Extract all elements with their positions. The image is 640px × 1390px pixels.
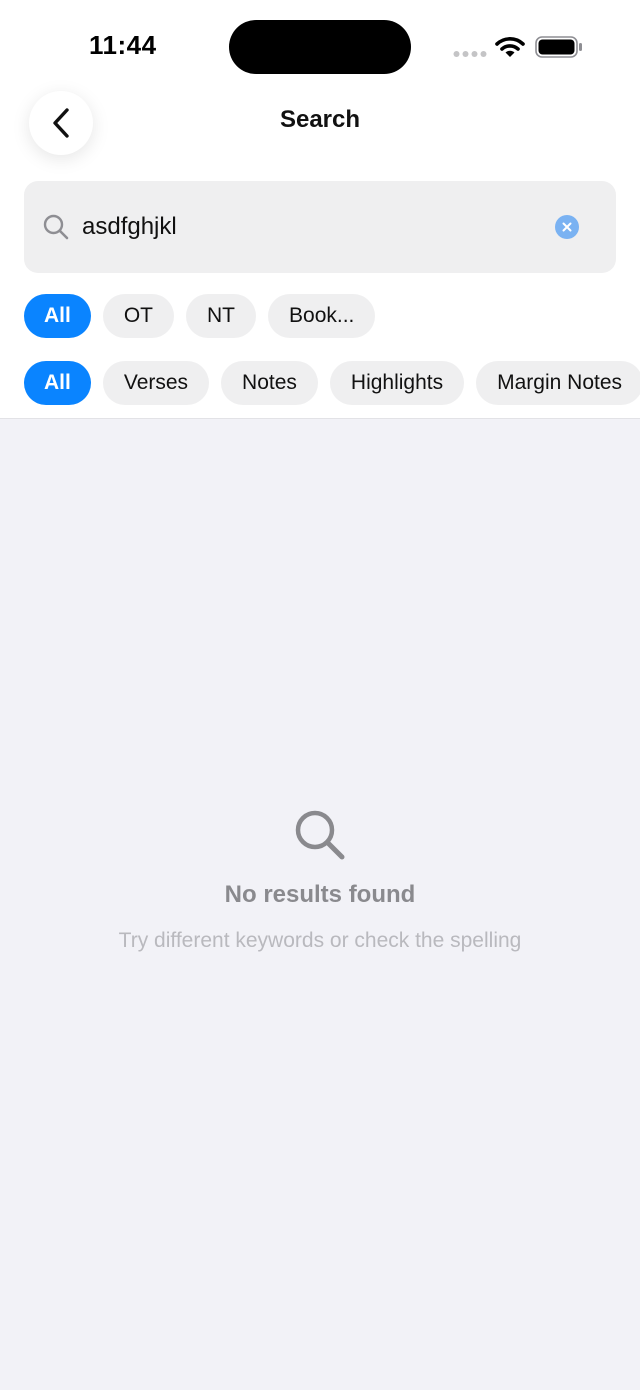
status-time: 11:44 [89,30,157,60]
scope-chip-all[interactable]: All [24,294,91,338]
search-icon [43,214,69,240]
type-chip-all[interactable]: All [24,361,91,405]
search-field[interactable] [24,181,616,273]
battery-icon [535,36,582,58]
type-chip-highlights[interactable]: Highlights [329,361,465,405]
top-panel: 11:44 Search All OT [0,0,640,419]
empty-search-icon [295,810,345,860]
empty-state-title: No results found [224,881,416,908]
clear-search-button[interactable] [555,215,579,239]
scope-filter-row: All OT NT Book... [24,294,376,338]
empty-state-subtitle: Try different keywords or check the spel… [118,929,522,952]
page-title: Search [279,106,361,133]
clear-icon [562,222,572,232]
wifi-icon [495,37,525,57]
scope-chip-ot[interactable]: OT [102,294,175,338]
scope-chip-book[interactable]: Book... [268,294,376,338]
search-input[interactable] [82,205,542,249]
dynamic-island [229,20,411,74]
type-chip-verses[interactable]: Verses [102,361,210,405]
type-chip-notes[interactable]: Notes [221,361,318,405]
type-chip-margin-notes[interactable]: Margin Notes [476,361,640,405]
cellular-signal-icon [453,51,487,57]
type-filter-row[interactable]: All Verses Notes Highlights Margin Notes [24,361,640,405]
scope-chip-nt[interactable]: NT [186,294,257,338]
